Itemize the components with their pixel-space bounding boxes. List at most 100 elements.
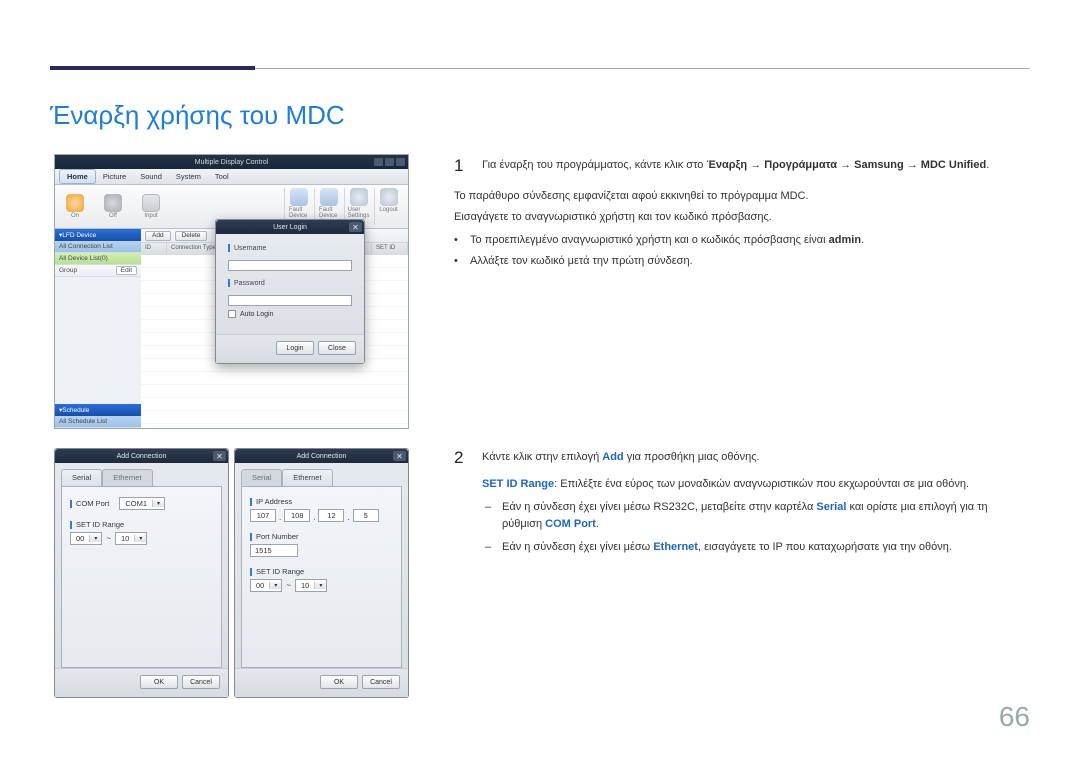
step-1-number: 1: [454, 157, 468, 176]
side-group[interactable]: Group Edit: [55, 265, 141, 277]
auto-login-checkbox[interactable]: [228, 310, 236, 318]
tb-user-label: User Settings: [348, 207, 370, 219]
step2-post: για προσθήκη μιας οθόνης.: [624, 451, 760, 463]
login-title[interactable]: User Login ✕: [216, 220, 364, 234]
path-start: Έναρξη: [706, 159, 747, 171]
ac-eth-title[interactable]: Add Connection ✕: [235, 449, 408, 463]
bullet-dot: •: [454, 232, 462, 249]
port-input[interactable]: 1515: [250, 544, 298, 557]
login-dialog: User Login ✕ Username Password Auto Logi…: [215, 219, 365, 364]
side-schedule[interactable]: ▾ Schedule: [55, 404, 141, 416]
step1-para2: Εισαγάγετε το αναγνωριστικό χρήστη και τ…: [454, 209, 1026, 226]
add-button[interactable]: Add: [145, 231, 171, 241]
login-close-button[interactable]: Close: [318, 341, 356, 355]
col-setid: SET ID: [372, 243, 408, 255]
tab-ethernet[interactable]: Ethernet: [282, 469, 332, 486]
range-to[interactable]: 10▾: [115, 532, 147, 545]
comport-select[interactable]: COM1▾: [119, 497, 165, 510]
range-to-val: 10: [296, 581, 314, 590]
auto-login-label: Auto Login: [240, 311, 273, 318]
tab-serial[interactable]: Serial: [241, 469, 282, 486]
ok-button[interactable]: OK: [320, 675, 358, 689]
ac-serial-panel: COM Port COM1▾ SET ID Range 00▾ ~ 10▾: [61, 486, 222, 668]
close-icon[interactable]: ✕: [393, 451, 406, 461]
figure-add-connection-ethernet: Add Connection ✕ Serial Ethernet IP Addr…: [234, 448, 409, 698]
figure-add-connection-serial: Add Connection ✕ Serial Ethernet COM Por…: [54, 448, 229, 698]
side-fill: [55, 277, 141, 404]
step1-bullets: • Το προεπιλεγμένο αναγνωριστικό χρήστη …: [454, 232, 1026, 270]
password-input[interactable]: [228, 295, 352, 306]
side-all-device[interactable]: All Device List(0): [55, 253, 141, 265]
tb-on[interactable]: On: [61, 194, 89, 219]
ac-serial-title[interactable]: Add Connection ✕: [55, 449, 228, 463]
dash1-comport: COM Port: [545, 518, 596, 530]
range-from-val: 00: [71, 534, 89, 543]
dash2-ethernet: Ethernet: [653, 541, 698, 553]
username-input[interactable]: [228, 260, 352, 271]
menu-tool[interactable]: Tool: [208, 170, 236, 183]
col-id: ID: [141, 243, 167, 255]
menu-picture[interactable]: Picture: [96, 170, 133, 183]
cancel-button[interactable]: Cancel: [362, 675, 400, 689]
cancel-button[interactable]: Cancel: [182, 675, 220, 689]
ok-button[interactable]: OK: [140, 675, 178, 689]
mdc-titlebar[interactable]: Multiple Display Control: [55, 155, 408, 169]
arrow2: →: [837, 159, 854, 171]
range-sep: ~: [106, 534, 111, 543]
ip-seg-3[interactable]: 5: [353, 509, 379, 522]
step-1-body: Για έναρξη του προγράμματος, κάντε κλικ …: [482, 157, 1026, 176]
side-edit-btn[interactable]: Edit: [116, 266, 137, 275]
tab-serial[interactable]: Serial: [61, 469, 102, 486]
step-2-body: Κάντε κλικ στην επιλογή Add για προσθήκη…: [482, 449, 1026, 556]
ip-seg-1[interactable]: 108: [284, 509, 310, 522]
step2-add: Add: [602, 451, 623, 463]
ip-seg-0[interactable]: 107: [250, 509, 276, 522]
login-title-text: User Login: [273, 224, 307, 231]
ip-input[interactable]: 107. 108. 12. 5: [250, 509, 393, 522]
close-icon[interactable]: ✕: [349, 222, 362, 232]
menu-system[interactable]: System: [169, 170, 208, 183]
chevron-down-icon: ▾: [269, 582, 281, 589]
header-rule: [255, 68, 1030, 69]
step2-pre: Κάντε κλικ στην επιλογή: [482, 451, 602, 463]
login-button[interactable]: Login: [276, 341, 314, 355]
delete-button[interactable]: Delete: [175, 231, 208, 241]
arrow3: →: [904, 159, 921, 171]
side-all-schedule[interactable]: All Schedule List: [55, 416, 141, 428]
dash2-post: , εισαγάγετε το IP που καταχωρήσατε για …: [698, 541, 952, 553]
tb-fault-label: Fault Device: [289, 207, 308, 219]
mdc-menubar: Home Picture Sound System Tool: [55, 169, 408, 185]
ac-serial-window: Add Connection ✕ Serial Ethernet COM Por…: [54, 448, 229, 698]
comport-label: COM Port: [76, 499, 109, 508]
mdc-window: Multiple Display Control Home Picture So…: [54, 154, 409, 429]
mdc-sidebar: ▾ LFD Device All Connection List All Dev…: [55, 229, 141, 428]
window-controls[interactable]: [374, 158, 405, 166]
tb-logout[interactable]: Logout: [374, 188, 402, 225]
ac-title-text: Add Connection: [297, 453, 347, 460]
tb-input-label: Input: [144, 213, 157, 219]
ac-eth-window: Add Connection ✕ Serial Ethernet IP Addr…: [234, 448, 409, 698]
arrow1: →: [747, 159, 764, 171]
bullet1-pre: Το προεπιλεγμένο αναγνωριστικό χρήστη κα…: [470, 234, 829, 246]
side-lfd-label: LFD Device: [62, 232, 96, 239]
side-lfd[interactable]: ▾ LFD Device: [55, 229, 141, 241]
tab-ethernet[interactable]: Ethernet: [102, 469, 152, 486]
auto-login-row[interactable]: Auto Login: [228, 310, 352, 318]
range-from[interactable]: 00▾: [250, 579, 282, 592]
side-conn-list[interactable]: All Connection List: [55, 241, 141, 253]
close-icon[interactable]: ✕: [213, 451, 226, 461]
range-to[interactable]: 10▾: [295, 579, 327, 592]
dash1-serial: Serial: [816, 501, 846, 513]
ac-title-text: Add Connection: [117, 453, 167, 460]
tb-input[interactable]: Input: [137, 194, 165, 219]
chevron-down-icon: ▾: [89, 535, 101, 542]
mdc-statusbar: [55, 428, 408, 429]
ip-seg-2[interactable]: 12: [318, 509, 344, 522]
menu-home[interactable]: Home: [59, 169, 96, 184]
range-from-val: 00: [251, 581, 269, 590]
range-from[interactable]: 00▾: [70, 532, 102, 545]
tb-off[interactable]: Off: [99, 194, 127, 219]
ac-eth-panel: IP Address 107. 108. 12. 5 Port Number 1…: [241, 486, 402, 668]
menu-sound[interactable]: Sound: [133, 170, 169, 183]
step-2-block: 2 Κάντε κλικ στην επιλογή Add για προσθή…: [454, 449, 1026, 562]
